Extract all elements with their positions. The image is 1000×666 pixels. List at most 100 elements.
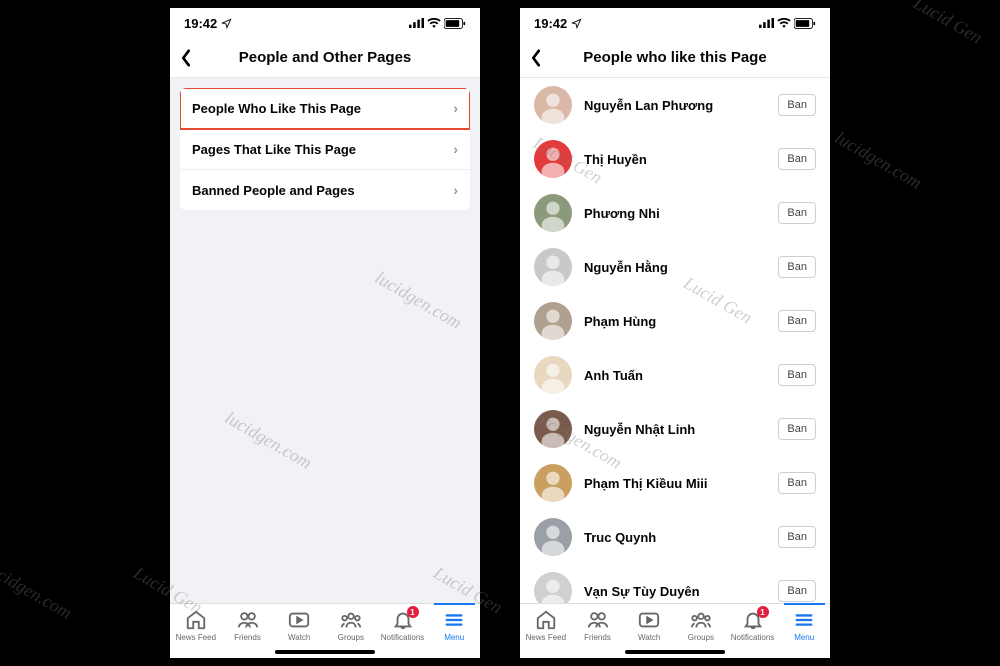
menu-icon — [443, 609, 465, 631]
option-item[interactable]: Banned People and Pages› — [180, 170, 470, 210]
person-row: Anh Tuấn Ban — [520, 348, 830, 402]
tab-label: Menu — [794, 633, 814, 642]
status-time: 19:42 — [184, 16, 217, 31]
phone-screen-2: 19:42 People who like this Page Nguyễn L… — [520, 8, 830, 658]
status-bar: 19:42 — [520, 8, 830, 38]
bell-icon: 1 — [742, 609, 764, 631]
tab-label: Groups — [338, 633, 364, 642]
person-name[interactable]: Nguyễn Hằng — [584, 260, 766, 275]
tab-label: Friends — [584, 633, 611, 642]
home-indicator — [275, 650, 375, 654]
person-row: Phạm Hùng Ban — [520, 294, 830, 348]
tab-groups[interactable]: Groups — [675, 609, 727, 642]
tab-watch[interactable]: Watch — [623, 609, 675, 642]
battery-icon — [444, 18, 466, 29]
friends-icon — [587, 609, 609, 631]
tab-label: Notifications — [381, 633, 425, 642]
ban-button[interactable]: Ban — [778, 364, 816, 386]
ban-button[interactable]: Ban — [778, 148, 816, 170]
avatar[interactable] — [534, 302, 572, 340]
status-bar: 19:42 — [170, 8, 480, 38]
phone-screen-1: 19:42 People and Other Pages People Who … — [170, 8, 480, 658]
person-name[interactable]: Phạm Thị Kiềuu Miii — [584, 476, 766, 491]
chevron-right-icon: › — [453, 182, 458, 198]
people-list[interactable]: Nguyễn Lan Phương Ban Thị Huyền Ban Phươ… — [520, 78, 830, 603]
avatar[interactable] — [534, 518, 572, 556]
signal-icon — [759, 18, 774, 28]
person-name[interactable]: Nguyễn Lan Phương — [584, 98, 766, 113]
person-row: Phạm Thị Kiềuu Miii Ban — [520, 456, 830, 510]
person-name[interactable]: Phạm Hùng — [584, 314, 766, 329]
avatar[interactable] — [534, 464, 572, 502]
option-label: People Who Like This Page — [192, 101, 361, 116]
person-row: Truc Quynh Ban — [520, 510, 830, 564]
tab-label: Menu — [444, 633, 464, 642]
tab-bell[interactable]: 1 Notifications — [727, 609, 779, 642]
person-name[interactable]: Phương Nhi — [584, 206, 766, 221]
avatar[interactable] — [534, 86, 572, 124]
tab-label: Notifications — [731, 633, 775, 642]
tab-label: News Feed — [526, 633, 566, 642]
ban-button[interactable]: Ban — [778, 418, 816, 440]
avatar[interactable] — [534, 572, 572, 603]
chevron-right-icon: › — [453, 141, 458, 157]
person-name[interactable]: Thị Huyền — [584, 152, 766, 167]
friends-icon — [237, 609, 259, 631]
signal-icon — [409, 18, 424, 28]
person-name[interactable]: Vạn Sự Tùy Duyên — [584, 584, 766, 599]
tab-friends[interactable]: Friends — [222, 609, 274, 642]
tab-label: Watch — [638, 633, 660, 642]
person-name[interactable]: Truc Quynh — [584, 530, 766, 545]
person-name[interactable]: Nguyễn Nhật Linh — [584, 422, 766, 437]
nav-header: People who like this Page — [520, 38, 830, 78]
option-item[interactable]: People Who Like This Page › — [180, 88, 470, 129]
page-title: People who like this Page — [530, 49, 820, 66]
home-icon — [185, 609, 207, 631]
person-row: Nguyễn Hằng Ban — [520, 240, 830, 294]
option-item[interactable]: Pages That Like This Page › — [180, 129, 470, 170]
tab-bell[interactable]: 1 Notifications — [377, 609, 429, 642]
ban-button[interactable]: Ban — [778, 580, 816, 602]
wifi-icon — [777, 18, 791, 28]
ban-button[interactable]: Ban — [778, 310, 816, 332]
home-indicator — [625, 650, 725, 654]
avatar[interactable] — [534, 356, 572, 394]
person-name[interactable]: Anh Tuấn — [584, 368, 766, 383]
status-time: 19:42 — [534, 16, 567, 31]
ban-button[interactable]: Ban — [778, 256, 816, 278]
bell-icon: 1 — [392, 609, 414, 631]
avatar[interactable] — [534, 410, 572, 448]
watch-icon — [638, 609, 660, 631]
avatar[interactable] — [534, 140, 572, 178]
chevron-right-icon: › — [453, 100, 458, 116]
notification-badge: 1 — [407, 606, 419, 618]
person-row: Vạn Sự Tùy Duyên Ban — [520, 564, 830, 603]
ban-button[interactable]: Ban — [778, 94, 816, 116]
avatar[interactable] — [534, 248, 572, 286]
ban-button[interactable]: Ban — [778, 202, 816, 224]
watch-icon — [288, 609, 310, 631]
battery-icon — [794, 18, 816, 29]
tab-label: Watch — [288, 633, 310, 642]
avatar[interactable] — [534, 194, 572, 232]
option-list: People Who Like This Page›Pages That Lik… — [180, 88, 470, 210]
groups-icon — [690, 609, 712, 631]
tab-home[interactable]: News Feed — [520, 609, 572, 642]
stage: 19:42 People and Other Pages People Who … — [0, 0, 1000, 666]
tab-friends[interactable]: Friends — [572, 609, 624, 642]
tab-home[interactable]: News Feed — [170, 609, 222, 642]
option-label: Pages That Like This Page — [192, 142, 356, 157]
menu-icon — [793, 609, 815, 631]
person-row: Phương Nhi Ban — [520, 186, 830, 240]
tab-menu[interactable]: Menu — [778, 609, 830, 642]
ban-button[interactable]: Ban — [778, 472, 816, 494]
tab-groups[interactable]: Groups — [325, 609, 377, 642]
ban-button[interactable]: Ban — [778, 526, 816, 548]
tab-label: Friends — [234, 633, 261, 642]
location-arrow-icon — [221, 18, 232, 29]
tab-menu[interactable]: Menu — [428, 609, 480, 642]
tab-watch[interactable]: Watch — [273, 609, 325, 642]
home-icon — [535, 609, 557, 631]
person-row: Nguyễn Nhật Linh Ban — [520, 402, 830, 456]
tab-label: News Feed — [176, 633, 216, 642]
